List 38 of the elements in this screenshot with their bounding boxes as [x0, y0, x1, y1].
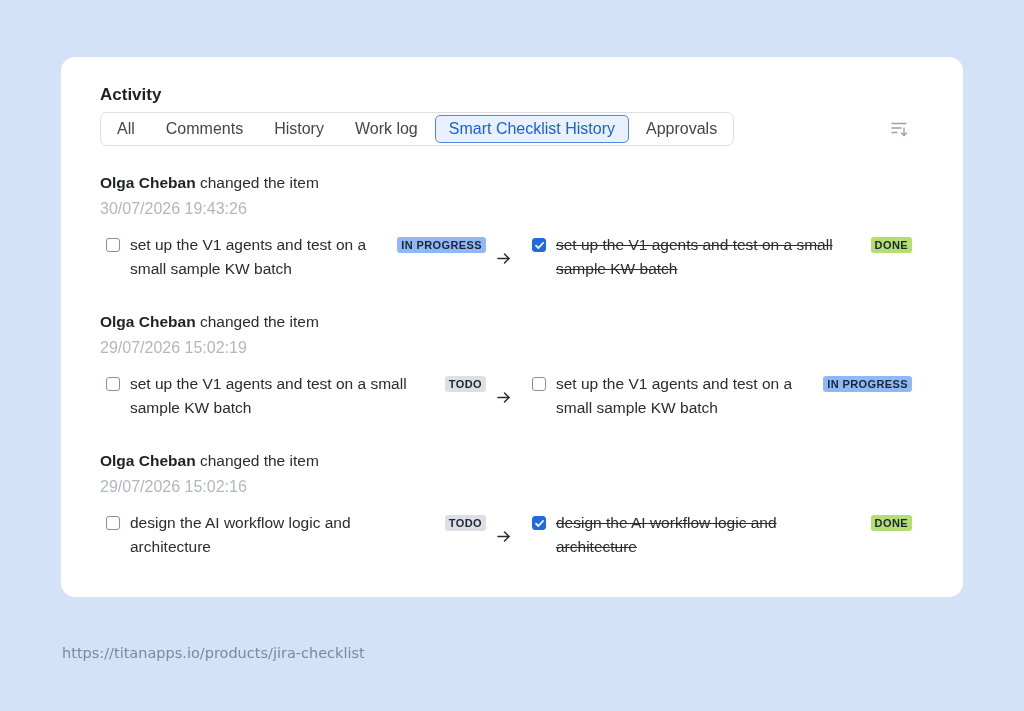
checklist-item-text: set up the V1 agents and test on a small sample KW batch: [556, 235, 834, 279]
checklist-item-text: set up the V1 agents and test on a small sample KW batch: [130, 235, 368, 279]
checkbox[interactable]: [532, 238, 546, 252]
checkbox[interactable]: [106, 516, 120, 530]
checkmark-icon: [534, 519, 544, 527]
checklist-item-text: set up the V1 agents and test on a small sample KW batch: [130, 374, 408, 418]
status-badge: TODO: [444, 376, 486, 392]
checklist-item-text: set up the V1 agents and test on a small sample KW batch: [556, 374, 794, 418]
checkbox[interactable]: [106, 377, 120, 391]
activity-headline: Olga Cheban changed the item: [100, 173, 319, 193]
status-badge: IN PROGRESS: [823, 376, 912, 392]
status-badge: TODO: [444, 515, 486, 531]
activity-headline: Olga Cheban changed the item: [100, 312, 319, 332]
timestamp: 29/07/2026 15:02:16: [100, 477, 247, 497]
activity-tab[interactable]: History: [260, 115, 338, 143]
arrow-right-icon: [496, 252, 510, 264]
checklist-item-text: design the AI workflow logic and architecture: [556, 513, 778, 557]
checkbox[interactable]: [106, 238, 120, 252]
activity-tab[interactable]: Work log: [340, 115, 432, 143]
source-url: https://titanapps.io/products/jira-checklist: [62, 644, 365, 663]
activity-title: Activity: [100, 85, 162, 105]
checkbox[interactable]: [532, 377, 546, 391]
timestamp: 30/07/2026 19:43:26: [100, 199, 247, 219]
activity-tab[interactable]: Approvals: [632, 115, 732, 143]
status-badge: DONE: [870, 237, 912, 253]
timestamp: 29/07/2026 15:02:19: [100, 338, 247, 358]
activity-headline: Olga Cheban changed the item: [100, 451, 319, 471]
status-badge: DONE: [870, 515, 912, 531]
status-badge: IN PROGRESS: [397, 237, 486, 253]
checkbox[interactable]: [532, 516, 546, 530]
checkmark-icon: [534, 241, 544, 249]
activity-tab[interactable]: All: [103, 115, 149, 143]
checklist-item-text: design the AI workflow logic and architecture: [130, 513, 352, 557]
sort-icon[interactable]: [891, 121, 908, 137]
activity-tab[interactable]: Comments: [151, 115, 258, 143]
activity-tab[interactable]: Smart Checklist History: [434, 115, 629, 143]
arrow-right-icon: [496, 530, 510, 542]
arrow-right-icon: [496, 391, 510, 403]
